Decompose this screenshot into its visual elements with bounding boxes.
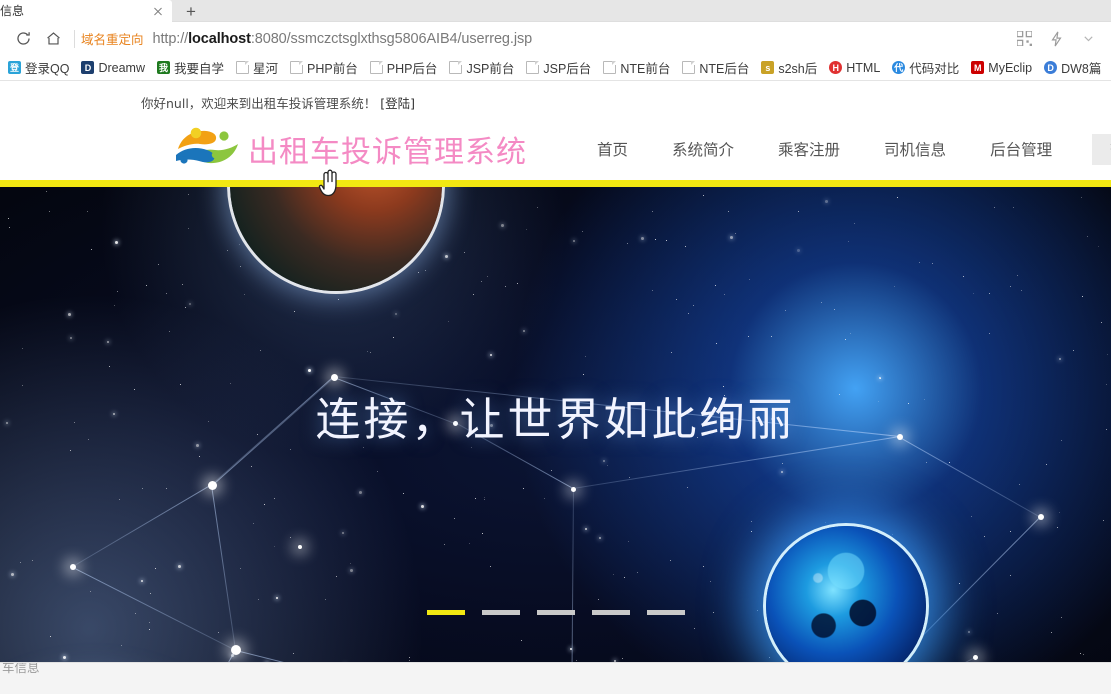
new-tab-button[interactable]: +: [180, 2, 202, 20]
web-page: 你好null，欢迎来到出租车投诉管理系统！ [登陆] 出租车投诉管理系统 首页 …: [0, 83, 1111, 694]
bookmark-item[interactable]: s s2sh后: [755, 58, 823, 77]
bookmark-item[interactable]: H HTML: [823, 61, 886, 75]
bookmark-label: 星河: [253, 62, 279, 76]
carousel-indicators: [0, 610, 1111, 615]
bookmark-label: NTE后台: [699, 62, 750, 76]
network-node: [1038, 514, 1044, 520]
bookmark-item[interactable]: D DW8篇: [1038, 58, 1107, 77]
image-icon: s: [761, 61, 775, 74]
qq-icon: 登: [8, 61, 21, 74]
bookmark-label: s2sh后: [778, 62, 818, 76]
bookmark-label: MyEclip: [988, 60, 1033, 75]
v-icon: 我: [157, 61, 170, 74]
qr-code-icon[interactable]: [1009, 25, 1039, 53]
nav-item-1[interactable]: 首页: [575, 138, 650, 160]
nav-item-5[interactable]: 后台管理: [968, 138, 1074, 160]
network-node: [972, 654, 978, 660]
home-icon[interactable]: [38, 25, 68, 53]
tab-strip: 信息 +: [0, 0, 1111, 22]
network-node: [330, 373, 338, 381]
doc-icon: [526, 61, 540, 74]
browser-toolbar: 域名重定向 http://localhost:8080/ssmczctsglxt…: [0, 22, 1111, 55]
bookmark-item[interactable]: 登登录QQ: [2, 58, 75, 77]
bookmark-item[interactable]: M MyEclip: [965, 61, 1038, 75]
carousel-dot-2[interactable]: [481, 610, 520, 615]
browser-window: 信息 + 域名重定向 http://localhost:8080/ssmczct…: [0, 0, 1111, 694]
dw-icon: D: [1044, 61, 1058, 74]
address-bar[interactable]: 域名重定向 http://localhost:8080/ssmczctsglxt…: [81, 25, 1009, 53]
bookmark-label: PHP后台: [386, 62, 438, 76]
myeclipse-icon: M: [971, 61, 985, 74]
nav-item-4[interactable]: 司机信息: [862, 138, 968, 160]
bookmark-item[interactable]: JSP前台: [443, 58, 520, 77]
doc-icon: [449, 61, 463, 74]
page-title: 出租车投诉管理系统: [248, 135, 527, 170]
network-node: [570, 486, 576, 492]
bookmark-item[interactable]: D Dreamw: [75, 61, 151, 75]
bookmarks-bar: 登登录QQ D Dreamw 我我要自学 星河 PHP前台 PHP后台 JSP前台 JSP后台 N…: [0, 55, 1111, 81]
doc-icon: [290, 61, 304, 74]
bookmark-item[interactable]: JSP后台: [520, 58, 597, 77]
doc-icon: [369, 61, 383, 74]
nav-item-2[interactable]: 系统简介: [650, 138, 756, 160]
accent-divider: [0, 180, 1111, 187]
doc-icon: [682, 61, 696, 74]
people-logo-icon: [172, 125, 244, 174]
bookmark-item[interactable]: PHP前台: [284, 58, 364, 77]
browser-tab-active[interactable]: 信息: [0, 0, 172, 22]
nav-item-3[interactable]: 乘客注册: [756, 138, 862, 160]
main-nav: 首页 系统简介 乘客注册 司机信息 后台管理: [575, 138, 1074, 160]
toolbar-right-actions: [1009, 25, 1103, 53]
network-node: [207, 480, 217, 490]
bookmark-label: 我要自学: [174, 62, 225, 76]
bookmark-item[interactable]: 星河: [230, 58, 284, 77]
bookmark-item[interactable]: 代代码对比: [886, 58, 965, 77]
lightning-bolt-icon[interactable]: [1041, 25, 1071, 53]
search-box[interactable]: [1092, 133, 1111, 165]
bookmark-label: NTE前台: [620, 62, 671, 76]
carousel-dot-3[interactable]: [536, 610, 575, 615]
bookmark-item[interactable]: NTE后台: [676, 58, 755, 77]
carousel-dot-1[interactable]: [426, 610, 465, 615]
doc-icon: [603, 61, 617, 74]
tab-title: 信息: [0, 4, 25, 18]
bookmark-label: 代码对比: [909, 62, 960, 76]
network-node: [231, 645, 241, 655]
bookmark-label: JSP前台: [466, 62, 515, 76]
bookmark-label: JSP后台: [543, 62, 592, 76]
bookmark-label: 登录QQ: [25, 62, 70, 76]
site-header: 出租车投诉管理系统 首页 系统简介 乘客注册 司机信息 后台管理: [0, 118, 1111, 180]
bookmark-label: Dreamw: [98, 60, 145, 75]
brand[interactable]: 出租车投诉管理系统: [172, 125, 527, 174]
close-icon[interactable]: [150, 3, 166, 19]
carousel-dot-5[interactable]: [646, 610, 685, 615]
network-node: [298, 545, 302, 549]
doc-icon: [236, 61, 250, 74]
bookmark-label: HTML: [846, 60, 881, 75]
network-node: [70, 564, 76, 570]
footer-strip: 车信息: [0, 662, 1111, 694]
dreamweaver-icon: D: [81, 61, 95, 74]
bookmark-label: PHP前台: [307, 62, 358, 76]
compare-icon: 代: [892, 61, 906, 74]
bookmark-item[interactable]: PHP后台: [364, 58, 444, 77]
bookmark-item[interactable]: NTE前台: [597, 58, 676, 77]
chevron-down-icon[interactable]: [1073, 25, 1103, 53]
carousel-dot-4[interactable]: [591, 610, 630, 615]
bookmark-label: DW8篇: [1061, 62, 1102, 76]
hero-carousel[interactable]: 连接，让世界如此绚丽 具 机: [0, 187, 1111, 667]
welcome-text: 你好null，欢迎来到出租车投诉管理系统！: [141, 96, 377, 111]
welcome-message: 你好null，欢迎来到出租车投诉管理系统！ [登陆]: [0, 83, 1111, 118]
redirect-badge: 域名重定向: [81, 32, 144, 47]
url-text: http://localhost:8080/ssmczctsglxthsg580…: [152, 30, 533, 47]
html-icon: H: [829, 61, 843, 74]
footer-text: 车信息: [2, 662, 40, 675]
banner-headline: 连接，让世界如此绚丽: [315, 393, 796, 446]
toolbar-divider: [74, 29, 75, 48]
reload-icon[interactable]: [8, 25, 38, 53]
bookmark-item[interactable]: 我我要自学: [151, 58, 230, 77]
login-link[interactable]: [登陆]: [380, 96, 415, 111]
